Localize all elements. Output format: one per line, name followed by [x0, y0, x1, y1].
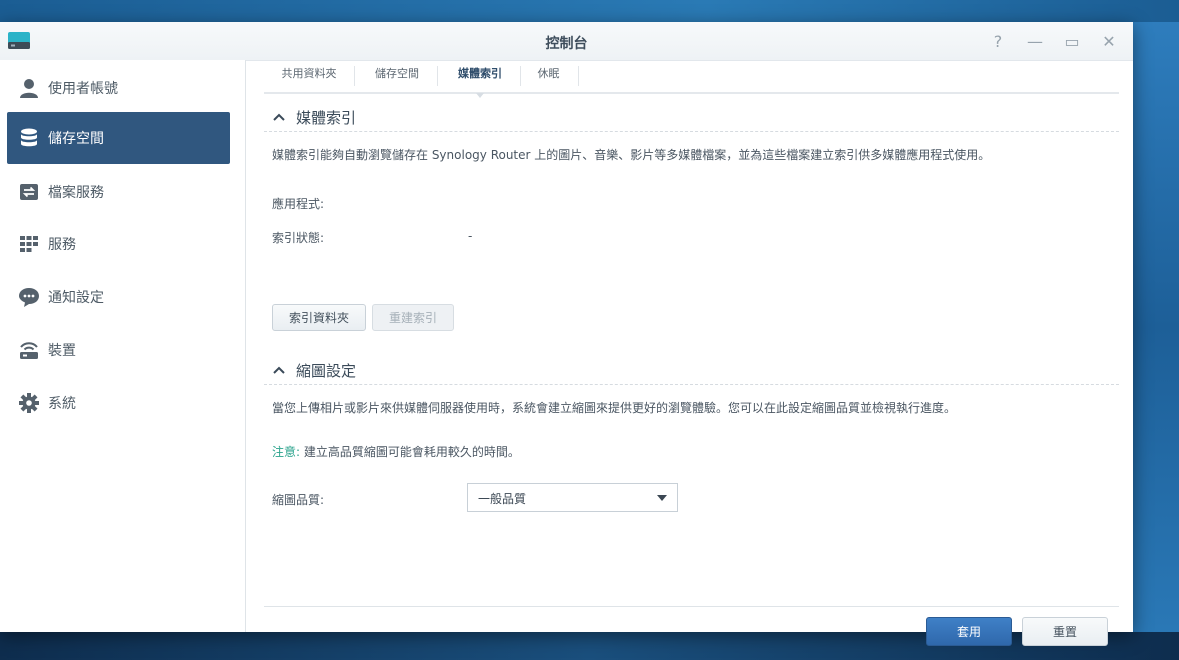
application-label: 應用程式: [272, 197, 325, 211]
minimize-icon[interactable]: — [1025, 31, 1045, 51]
tab-storage[interactable]: 儲存空間 [362, 60, 432, 92]
thumbnail-section-toggle[interactable]: 縮圖設定 [272, 359, 356, 381]
media-index-section-toggle[interactable]: 媒體索引 [272, 106, 356, 128]
sidebar-item-file-services[interactable]: 檔案服務 [7, 166, 230, 218]
sidebar-item-label: 系統 [48, 396, 76, 412]
thumbnail-quality-label: 縮圖品質: [272, 493, 325, 507]
index-status-label: 索引狀態: [272, 231, 325, 245]
file-exchange-icon [16, 179, 42, 205]
window-titlebar[interactable]: 控制台 ? — ▭ ✕ [0, 22, 1133, 61]
media-index-description: 媒體索引能夠自動瀏覽儲存在 Synology Router 上的圖片、音樂、影片… [272, 148, 991, 162]
sidebar-item-label: 裝置 [48, 343, 76, 359]
user-icon [16, 75, 42, 101]
desktop-background [0, 0, 1179, 22]
reset-button[interactable]: 重置 [1022, 617, 1108, 646]
grid-icon [16, 231, 42, 257]
sidebar-item-label: 通知設定 [48, 290, 104, 306]
sidebar-item-user-accounts[interactable]: 使用者帳號 [7, 62, 230, 114]
thumbnail-quality-select[interactable]: 一般品質 [467, 483, 678, 512]
index-status-value: - [468, 229, 473, 243]
close-icon[interactable]: ✕ [1099, 31, 1119, 51]
thumbnail-note: 注意: 建立高品質縮圖可能會耗用較久的時間。 [272, 443, 520, 460]
tab-separator [354, 66, 355, 86]
gear-icon [16, 390, 42, 416]
media-index-heading: 媒體索引 [296, 108, 357, 127]
sidebar-item-label: 儲存空間 [48, 131, 104, 147]
sidebar-item-devices[interactable]: 裝置 [7, 324, 230, 376]
footer-divider [264, 606, 1119, 607]
sidebar-item-services[interactable]: 服務 [7, 218, 230, 270]
thumbnail-quality-value: 一般品質 [478, 492, 527, 506]
tab-hibernation[interactable]: 休眠 [526, 60, 571, 92]
tab-media-index[interactable]: 媒體索引 [445, 60, 515, 98]
database-icon [16, 125, 42, 151]
section-divider [264, 384, 1119, 385]
note-text: 建立高品質縮圖可能會耗用較久的時間。 [300, 445, 520, 459]
sidebar-item-label: 使用者帳號 [48, 81, 118, 97]
sidebar-item-label: 檔案服務 [48, 185, 104, 201]
router-icon [16, 337, 42, 363]
chevron-up-icon [273, 366, 285, 374]
reindex-button[interactable]: 重建索引 [372, 304, 454, 331]
tab-separator [578, 66, 579, 86]
sidebar-item-notifications[interactable]: 通知設定 [7, 271, 230, 323]
tab-separator [520, 66, 521, 86]
section-divider [264, 131, 1119, 132]
tab-bar: 共用資料夾 儲存空間 媒體索引 休眠 [264, 60, 1119, 98]
apply-button[interactable]: 套用 [926, 617, 1012, 646]
help-icon[interactable]: ? [988, 31, 1008, 51]
index-folder-button[interactable]: 索引資料夾 [272, 304, 366, 331]
sidebar-item-label: 服務 [48, 237, 76, 253]
desktop-background-right [1133, 22, 1179, 632]
maximize-icon[interactable]: ▭ [1062, 31, 1082, 51]
chat-bubble-icon [16, 284, 42, 310]
note-label: 注意: [272, 445, 301, 459]
window-title: 控制台 [545, 36, 588, 52]
tab-shared-folders[interactable]: 共用資料夾 [274, 60, 344, 92]
sidebar-item-storage[interactable]: 儲存空間 [7, 112, 230, 164]
tab-separator [437, 66, 438, 86]
main-content: 共用資料夾 儲存空間 媒體索引 休眠 媒體索引 媒體索引能夠自動瀏覽儲存在 Sy… [264, 60, 1119, 646]
thumbnail-heading: 縮圖設定 [296, 361, 357, 380]
control-panel-window: 控制台 ? — ▭ ✕ 使用者帳號 儲存空間 檔案服務 服務 通知設定 裝置 系… [0, 22, 1133, 646]
thumbnail-description: 當您上傳相片或影片來供媒體伺服器使用時，系統會建立縮圖來提供更好的瀏覽體驗。您可… [272, 401, 957, 415]
sidebar: 使用者帳號 儲存空間 檔案服務 服務 通知設定 裝置 系統 [0, 60, 246, 632]
sidebar-item-system[interactable]: 系統 [7, 377, 230, 429]
caret-down-icon [657, 495, 667, 501]
chevron-up-icon [273, 113, 285, 121]
